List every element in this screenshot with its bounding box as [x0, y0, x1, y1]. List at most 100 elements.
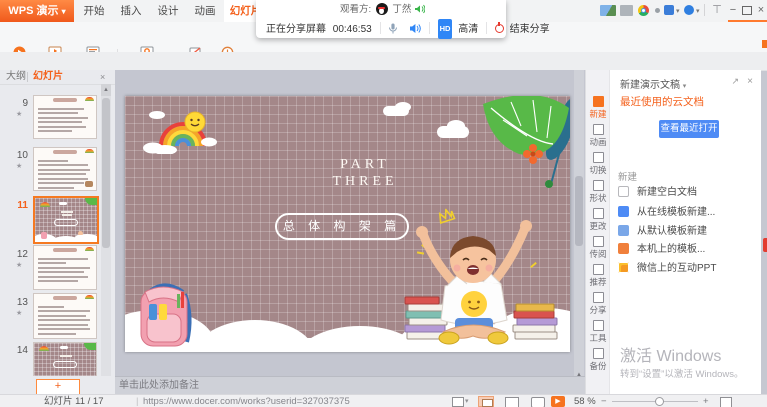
recent-cloud-docs-link[interactable]: 最近使用的云文档 [620, 94, 704, 109]
strip-tab-circulate[interactable]: 传阅 [586, 234, 610, 260]
restore-button[interactable] [742, 6, 752, 15]
tray-help-icon[interactable] [684, 5, 694, 15]
document-tab-bar: ↶ ↷ ▾ W P 四年级下册作文.ppt * × + 查找命令、搜索模板 [0, 52, 767, 71]
slide-thumbnail-14[interactable] [33, 342, 97, 376]
slide-sorter-view-button[interactable] [505, 397, 519, 407]
strip-tab-backup[interactable]: 备份 [586, 346, 610, 372]
slide-thumbnail-10[interactable] [33, 147, 97, 191]
slide-canvas[interactable]: PART THREE 总 体 构 架 篇 [125, 96, 570, 352]
slide-number: 14 [8, 345, 28, 356]
speaker-icon[interactable] [409, 23, 421, 34]
end-share-button[interactable]: 结束分享 [510, 24, 550, 35]
panel-header[interactable]: 新建演示文稿 ▾ [620, 76, 686, 91]
zoom-slider-knob[interactable] [655, 397, 664, 406]
slide-thumbnail-11-selected[interactable] [33, 196, 99, 244]
slide-thumbnail-9[interactable] [33, 95, 97, 139]
strip-tab-share[interactable]: 分享 [586, 290, 610, 316]
slides-tab[interactable]: 幻灯片 [33, 70, 63, 84]
new-presentation-panel: 新建演示文稿 ▾ ↗ × 最近使用的云文档 查看最近打开 新建 新建空白文档 从… [609, 70, 761, 394]
statusbar-url[interactable]: https://www.docer.com/works?userid=32703… [143, 395, 353, 407]
local-template-icon [618, 243, 629, 254]
zoom-in-button[interactable]: + [703, 395, 709, 407]
slide-panel: 大纲 幻灯片 × 9 ★ 10 ★ [0, 70, 116, 394]
local-templates-item[interactable]: 本机上的模板... [618, 243, 756, 259]
strip-tab-transition[interactable]: 切换 [586, 150, 610, 176]
strip-tab-shapes[interactable]: 形状 [586, 178, 610, 204]
share-timer: 00:46:53 [333, 24, 372, 35]
briefcase-icon [593, 320, 604, 331]
strip-tab-new[interactable]: 新建 [586, 94, 610, 120]
notes-view-icon[interactable] [452, 397, 464, 407]
tab-animation[interactable]: 动画 [189, 0, 221, 22]
wechat-interactive-ppt-item[interactable]: 微信上的互动PPT [618, 262, 756, 278]
divider [27, 72, 28, 82]
tray-dot-icon[interactable] [655, 8, 660, 13]
scrollbar-thumb[interactable] [575, 176, 583, 246]
microphone-icon[interactable] [388, 23, 398, 34]
tab-insert[interactable]: 插入 [115, 0, 147, 22]
slide-thumbnail-13[interactable] [33, 293, 97, 339]
play-slideshow-button[interactable]: ▶ [551, 396, 565, 407]
caret-down-icon[interactable]: ▾ [465, 395, 469, 407]
slide-thumbnail-12[interactable] [33, 245, 97, 290]
reading-view-button[interactable] [531, 397, 545, 407]
horse-illustration [85, 181, 93, 187]
backup-icon [593, 348, 604, 359]
vault-icon[interactable] [620, 5, 633, 16]
editor-scrollbar[interactable]: ▲ ▼ [574, 70, 584, 394]
outline-tab[interactable]: 大纲 [6, 70, 26, 84]
notes-placeholder[interactable]: 单击此处添加备注 [115, 376, 585, 394]
viewer-label: 观看方: [340, 4, 371, 15]
share-status-text: 正在分享屏幕 [266, 24, 326, 35]
slide-number: 10 [8, 150, 28, 161]
tab-home[interactable]: 开始 [78, 0, 110, 22]
panel-handle-tag[interactable] [763, 238, 767, 252]
new-slide-button[interactable]: + [36, 379, 80, 395]
tab-design[interactable]: 设计 [152, 0, 184, 22]
chrome-icon[interactable] [638, 5, 649, 16]
close-panel-icon[interactable]: × [747, 76, 753, 87]
wps-presentation-window: WPS 演示 ▾ 开始 插入 设计 动画 幻灯片放映 ▾ ▾ ⊤ − × 从头开… [0, 0, 767, 407]
normal-view-button[interactable] [478, 396, 494, 407]
new-from-online-template-item[interactable]: 从在线模板新建... [618, 206, 756, 222]
windows-activation-hint: 转到“设置”以激活 Windows。 [620, 366, 758, 380]
fit-to-window-button[interactable] [720, 397, 732, 407]
plus-icon: + [55, 380, 61, 392]
scrollbar-thumb[interactable] [102, 98, 110, 248]
view-recent-button[interactable]: 查看最近打开 [659, 120, 719, 138]
new-from-default-template-item[interactable]: 从默认模板新建 [618, 225, 756, 241]
caret-down-icon[interactable]: ▾ [676, 7, 680, 15]
zoom-out-button[interactable]: − [601, 395, 607, 407]
tray-blue-app-icon[interactable] [664, 5, 674, 15]
transition-icon [593, 152, 604, 163]
strip-tab-edit[interactable]: 更改 [586, 206, 610, 232]
hd-quality-toggle[interactable]: 高清 [458, 24, 478, 35]
slide-editor: PART THREE 总 体 构 架 篇 [115, 70, 585, 394]
close-button[interactable]: × [752, 2, 767, 18]
strip-tab-tools[interactable]: 工具 [586, 318, 610, 344]
new-blank-doc-item[interactable]: 新建空白文档 [618, 186, 756, 202]
minimize-button[interactable]: − [724, 2, 742, 18]
close-panel-icon[interactable]: × [100, 70, 105, 84]
animation-star-icon: ★ [16, 309, 22, 317]
animation-star-icon: ★ [16, 110, 22, 118]
scroll-up-icon[interactable]: ▲ [101, 84, 111, 96]
divider [486, 22, 487, 34]
strip-tab-recommend[interactable]: 推荐 [586, 262, 610, 288]
strip-tab-animation[interactable]: 动画 [586, 122, 610, 148]
wallpaper-thumbnail-icon[interactable] [600, 5, 616, 16]
online-template-icon [618, 206, 629, 217]
slide-title[interactable]: 总 体 构 架 篇 [275, 213, 409, 240]
caret-down-icon[interactable]: ▾ [696, 7, 700, 15]
slide-number: 9 [8, 98, 28, 109]
thumbnail-scrollbar[interactable]: ▲ [101, 84, 111, 376]
expand-panel-icon[interactable]: ↗ [731, 76, 739, 87]
shapes-icon [593, 180, 604, 191]
rainbow-sun-illustration [143, 106, 221, 154]
qq-avatar[interactable] [376, 3, 388, 15]
thumbnail-list: 9 ★ 10 ★ [0, 84, 115, 376]
slide-part-text[interactable]: PART THREE [290, 156, 440, 190]
power-icon [495, 24, 504, 33]
slide-counter: 幻灯片 11 / 17 [44, 395, 104, 407]
wps-app-menu-button[interactable]: WPS 演示 ▾ [0, 0, 74, 22]
